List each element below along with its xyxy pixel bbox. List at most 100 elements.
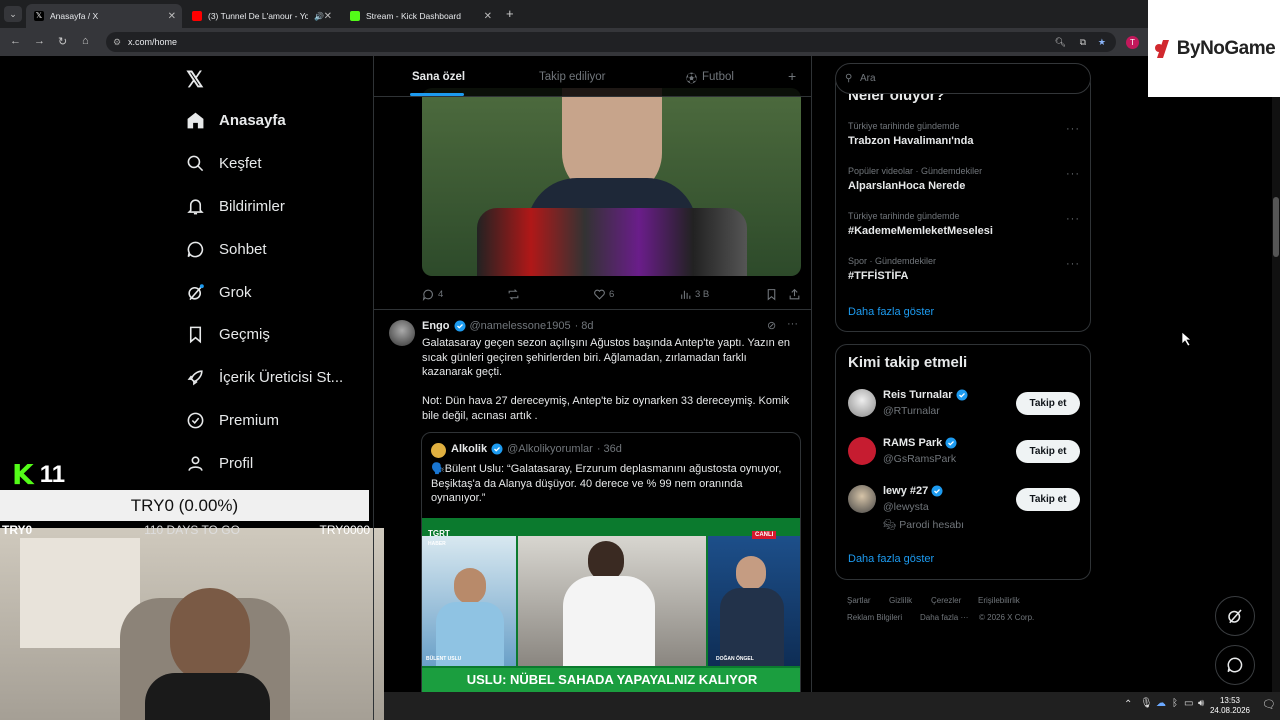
more-options-icon[interactable]: ··· (1066, 168, 1080, 180)
nav-creator-studio[interactable]: İçerik Üreticisi St... (186, 368, 343, 387)
tab-youtube[interactable]: (3) Tunnel De L'amour - Yo 🔊 ✕ (184, 4, 338, 28)
footer-ads-info[interactable]: Reklam Bilgileri (847, 613, 902, 622)
more-options-icon[interactable]: ··· (1066, 123, 1080, 135)
search-input[interactable]: ⚲ Ara (835, 63, 1091, 94)
grok-post-icon[interactable]: ⊘ (767, 319, 776, 332)
profile-avatar[interactable]: T (1126, 36, 1139, 49)
url-bar[interactable]: ⚙ x.com/home 🔍︎ ⧉ ★ (106, 32, 1116, 52)
bookmark-icon (767, 289, 776, 301)
forward-icon[interactable]: → (34, 35, 45, 47)
search-icon: ⚲ (845, 73, 853, 84)
post-time[interactable]: · 8d (575, 320, 594, 332)
close-icon[interactable]: ✕ (484, 11, 492, 22)
more-options-icon[interactable]: ··· (1066, 258, 1080, 270)
author-name[interactable]: Engo (422, 320, 450, 332)
tab-for-you[interactable]: Sana özel (412, 71, 465, 83)
parody-text: Parodi hesabı (899, 519, 965, 531)
install-icon[interactable]: ⧉ (1080, 32, 1086, 52)
footer-more[interactable]: Daha fazla ··· (920, 613, 968, 622)
like-button[interactable]: 6 (593, 288, 614, 301)
footer-privacy[interactable]: Gizlilik (889, 596, 912, 605)
more-options-icon[interactable]: ··· (787, 318, 798, 330)
follow-name[interactable]: Reis Turnalar (883, 389, 968, 401)
nav-explore[interactable]: Keşfet (186, 154, 262, 173)
nav-label: Premium (219, 412, 280, 429)
chat-icon (187, 241, 204, 258)
add-tab-button[interactable]: + (788, 68, 796, 84)
bookmark-button[interactable] (765, 288, 778, 301)
url-text: x.com/home (128, 37, 178, 47)
views-button[interactable]: 3 B (679, 288, 709, 301)
trend-item[interactable]: Türkiye tarihinde gündemde #KademeMemlek… (836, 211, 1092, 251)
nav-premium[interactable]: Premium (186, 411, 279, 430)
zoom-icon[interactable]: 🔍︎ (1055, 32, 1066, 52)
nav-label: Sohbet (219, 241, 267, 258)
network-icon[interactable]: ▭ (1184, 698, 1193, 709)
new-tab-button[interactable]: + (506, 6, 514, 21)
notification-icon[interactable]: 🗨︎ (1262, 698, 1276, 711)
avatar[interactable] (848, 389, 876, 417)
reload-icon[interactable]: ↻ (58, 35, 67, 48)
follow-button[interactable]: Takip et (1016, 440, 1080, 463)
follow-name[interactable]: RAMS Park (883, 437, 957, 449)
footer-accessibility[interactable]: Erişilebilirlik (978, 596, 1020, 605)
nav-notifications[interactable]: Bildirimler (186, 197, 285, 216)
brand-logo-text: ByNoGame (1176, 37, 1276, 59)
reply-button[interactable]: 4 (422, 288, 443, 301)
cloud-icon[interactable]: ☁︎ (1156, 698, 1166, 709)
close-icon[interactable]: ✕ (324, 11, 332, 22)
messages-float-button[interactable] (1215, 645, 1255, 685)
follow-name-text: RAMS Park (883, 437, 943, 449)
nav-chat[interactable]: Sohbet (186, 240, 267, 259)
footer-terms[interactable]: Şartlar (847, 596, 871, 605)
trend-item[interactable]: Popüler videolar · Gündemdekiler Alparsl… (836, 166, 1092, 206)
scrollbar-thumb[interactable] (1273, 197, 1279, 257)
tab-football[interactable]: Futbol (702, 71, 734, 83)
tab-search-button[interactable]: ⌄ (4, 6, 22, 22)
post-image[interactable] (422, 88, 801, 276)
avatar[interactable] (848, 437, 876, 465)
tray-expand-icon[interactable]: ⌃ (1124, 699, 1132, 710)
x-logo-icon[interactable]: 𝕏 (186, 67, 204, 93)
author-avatar[interactable] (389, 320, 415, 346)
footer-cookies[interactable]: Çerezler (931, 596, 961, 605)
follow-button[interactable]: Takip et (1016, 392, 1080, 415)
author-handle[interactable]: @namelessone1905 (470, 320, 571, 332)
tab-following[interactable]: Takip ediliyor (539, 71, 605, 83)
trend-title: Trabzon Havalimanı'nda (848, 135, 974, 147)
follow-show-more[interactable]: Daha fazla göster (848, 553, 934, 565)
microphone-icon[interactable]: 🎙︎ (1140, 698, 1153, 709)
nav-grok[interactable]: Grok (186, 283, 252, 302)
trends-show-more[interactable]: Daha fazla göster (848, 306, 934, 318)
nav-bookmarks[interactable]: Geçmiş (186, 325, 270, 344)
avatar[interactable] (848, 485, 876, 513)
tab-title: Anasayfa / X (50, 11, 99, 21)
speaker-icon[interactable]: 🔊 (314, 12, 324, 21)
more-options-icon[interactable]: ··· (1066, 213, 1080, 225)
trend-item[interactable]: Spor · Gündemdekiler #TFFİSTİFA ··· (836, 256, 1092, 296)
right-nameplate: DOĞAN ÖNGEL (716, 656, 754, 662)
follow-button[interactable]: Takip et (1016, 488, 1080, 511)
clock[interactable]: 13:53 24.08.2026 (1202, 696, 1258, 716)
site-info-icon[interactable]: ⚙ (113, 32, 121, 52)
page-scrollbar[interactable] (1272, 97, 1280, 692)
nav-profile[interactable]: Profil (186, 454, 253, 473)
tab-anasayfa[interactable]: 𝕏 Anasayfa / X ✕ (26, 4, 182, 28)
left-label: TRY0 (2, 523, 33, 537)
back-icon[interactable]: ← (10, 35, 21, 47)
repost-button[interactable] (507, 288, 520, 301)
grok-float-button[interactable] (1215, 596, 1255, 636)
quote-card[interactable]: Alkolik @Alkolikyorumlar · 36d 🗣️Bülent … (421, 432, 801, 720)
home-icon[interactable]: ⌂ (82, 35, 89, 47)
bluetooth-icon[interactable]: ᛒ (1172, 698, 1178, 709)
share-button[interactable] (788, 288, 801, 301)
star-icon[interactable]: ★ (1098, 32, 1106, 52)
tab-kick[interactable]: Stream - Kick Dashboard ✕ (342, 4, 498, 28)
bynogame-logo-icon (1154, 39, 1169, 58)
trend-item[interactable]: Türkiye tarihinde gündemde Trabzon Haval… (836, 121, 1092, 161)
parody-label: 🎭︎ Parodi hesabı (883, 518, 964, 531)
follow-name[interactable]: lewy #27 (883, 485, 943, 497)
close-icon[interactable]: ✕ (168, 11, 176, 22)
nav-home[interactable]: Anasayfa (186, 111, 286, 130)
kick-viewer-widget: K 11 (12, 458, 65, 491)
